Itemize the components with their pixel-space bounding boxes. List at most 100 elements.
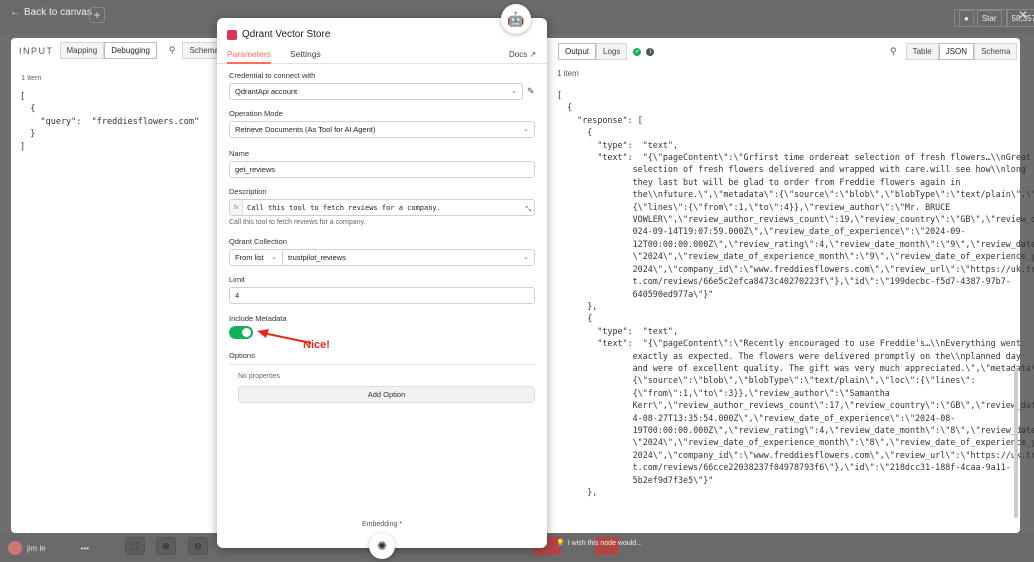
json-line: exactly as expected. The flowers were de… — [557, 350, 1021, 361]
collection-select[interactable]: trustpilot_reviews ⌄ — [283, 249, 535, 266]
json-line: }, — [557, 300, 598, 311]
name-label: Name — [229, 149, 250, 158]
json-line: selection of fresh flowers delivered and… — [557, 164, 1026, 175]
external-link-icon: ↗ — [529, 50, 537, 59]
add-option-button[interactable]: Add Option — [238, 386, 535, 403]
user-name: jim le — [27, 543, 46, 553]
arrow-left-icon: ← — [10, 7, 20, 18]
operation-mode-select[interactable]: Retrieve Documents (As Tool for AI Agent… — [229, 121, 535, 138]
openai-icon: ✺ — [376, 539, 388, 553]
description-label: Description — [229, 187, 267, 196]
json-line: {\"source\":\"blob\",\"blobType\":\"text… — [557, 375, 976, 386]
json-line: { — [557, 102, 573, 113]
item-count: 1 item — [557, 69, 579, 78]
input-panel: INPUT Mapping Debugging ⚲ Schema 1 item … — [11, 38, 226, 533]
no-properties-text: No properties — [238, 373, 281, 380]
json-line: 4-08-27T13:35:54.000Z\",\"review_date_of… — [557, 412, 956, 423]
json-line: [ — [20, 92, 26, 102]
item-count: 1 item — [21, 73, 42, 82]
json-line: {\"from\":1,\"to\":3}},\"review_author\"… — [557, 387, 890, 398]
expand-icon[interactable]: ⤡ — [525, 206, 531, 214]
include-metadata-toggle[interactable] — [229, 326, 253, 339]
json-line: { — [557, 313, 593, 324]
json-line: { — [20, 104, 36, 115]
search-icon[interactable]: ⚲ — [890, 46, 897, 57]
input-json-view: [ { "query": "freddiesflowers.com" }] — [20, 91, 199, 153]
json-line: 024-09-14T19:07:59.000Z\",\"review_date_… — [557, 226, 966, 237]
name-input[interactable]: get_reviews — [229, 161, 535, 178]
edit-pencil-icon[interactable]: ✎ — [527, 86, 535, 97]
json-line: t.com/reviews/66e5c2efca8473c40270223f\"… — [557, 276, 1011, 287]
node-header: Qdrant Vector Store — [227, 29, 330, 40]
tab-mapping[interactable]: Mapping — [59, 42, 105, 59]
credential-select[interactable]: QdrantApi account ⌄ — [229, 83, 523, 100]
description-input[interactable]: fx Call this tool to fetch reviews for a… — [229, 199, 535, 216]
docs-link[interactable]: Docs ↗ — [509, 50, 536, 59]
json-line: "text": "{\"pageContent\":\"Grfirst time… — [557, 152, 1031, 163]
limit-label: Limit — [229, 275, 245, 284]
limit-input[interactable]: 4 — [229, 287, 535, 304]
back-to-canvas-link[interactable]: ← Back to canvas — [10, 7, 92, 18]
json-line: "type": "text", — [557, 325, 679, 336]
output-json-view: [ { "response": [ { "type": "text", "tex… — [557, 89, 1034, 498]
include-metadata-label: Include Metadata — [229, 314, 287, 323]
json-line: {\"lines\":{\"from\":1,\"to\":4}},\"revi… — [557, 201, 951, 212]
json-line: 2024\",\"company_id\":\"www.freddiesflow… — [557, 263, 1034, 274]
scrollbar[interactable] — [1014, 368, 1018, 518]
json-line: { — [557, 127, 593, 138]
embedding-connector[interactable]: ✺ — [369, 533, 395, 559]
fx-icon: fx — [230, 200, 243, 215]
output-panel: Output Logs ✓ i ⚲ Table JSON Schema 1 it… — [547, 38, 1034, 533]
json-line: [ — [557, 90, 563, 100]
json-line: 12T00:00:00.000Z\",\"review_rating\":4,\… — [557, 238, 1034, 249]
json-line: Kerr\",\"review_author_reviews_count\":1… — [557, 400, 1034, 411]
annotation-text: Nice! — [303, 339, 330, 351]
chevron-down-icon: ⌄ — [271, 254, 277, 261]
operation-mode-label: Operation Mode — [229, 109, 283, 118]
json-line: "type": "text", — [557, 139, 679, 150]
json-line: \"2024\",\"review_date_of_experience_mon… — [557, 251, 1034, 262]
collection-mode-select[interactable]: From list ⌄ — [229, 249, 283, 266]
json-line: \"2024\",\"review_date_of_experience_mon… — [557, 437, 1034, 448]
collection-label: Qdrant Collection — [229, 237, 287, 246]
tab-settings[interactable]: Settings — [290, 49, 321, 59]
more-icon[interactable]: ••• — [81, 544, 89, 553]
success-icon: ✓ — [633, 47, 642, 56]
credential-label: Credential to connect with — [229, 71, 316, 80]
avatar — [8, 541, 22, 555]
chevron-down-icon: ⌄ — [523, 254, 529, 261]
view-json[interactable]: JSON — [938, 43, 975, 60]
add-node-button[interactable]: + — [89, 7, 105, 23]
tab-debugging[interactable]: Debugging — [104, 42, 157, 59]
tab-output[interactable]: Output — [558, 43, 597, 60]
toggle-knob — [242, 328, 251, 337]
json-line: VOWLER\",\"review_author_reviews_count\"… — [557, 214, 1034, 225]
tab-logs[interactable]: Logs — [596, 43, 628, 60]
zoom-in-icon[interactable]: ⊕ — [156, 537, 176, 555]
json-line: and were of excellent quality. The gift … — [557, 362, 1034, 373]
json-line: they last but will be glad to order from… — [557, 176, 961, 187]
chevron-down-icon: ⌄ — [523, 126, 529, 133]
node-settings-panel: Qdrant Vector Store 🤖 Parameters Setting… — [217, 4, 547, 559]
json-line: } — [20, 129, 36, 140]
chevron-down-icon: ⌄ — [511, 88, 517, 95]
json-line: 19T00:00:00.000Z\",\"review_rating\":4,\… — [557, 424, 1034, 435]
view-table[interactable]: Table — [905, 43, 939, 60]
json-line: the\\nfuture.\",\"metadata\":{\"source\"… — [557, 189, 1034, 200]
json-line: "query": "freddiesflowers.com" — [20, 116, 200, 127]
options-label: Options — [229, 351, 535, 365]
zoom-out-icon[interactable]: ⊖ — [188, 537, 208, 555]
fit-view-icon[interactable]: ⛶ — [125, 537, 145, 555]
json-line: "response": [ — [557, 114, 643, 125]
close-icon[interactable]: ✕ — [1018, 8, 1028, 22]
info-icon[interactable]: i — [646, 47, 655, 56]
qdrant-logo-icon — [227, 29, 237, 40]
lightbulb-icon: 💡 — [556, 540, 565, 547]
search-icon[interactable]: ⚲ — [169, 45, 176, 56]
tab-parameters[interactable]: Parameters — [227, 49, 271, 64]
input-title: INPUT — [19, 45, 54, 56]
feedback-prompt[interactable]: 💡 I wish this node would... — [556, 537, 642, 549]
json-line: t.com/reviews/66cce22038237f04978793f6\"… — [557, 462, 1011, 473]
user-menu[interactable]: jim le ••• — [8, 541, 89, 555]
view-schema[interactable]: Schema — [974, 43, 1018, 60]
